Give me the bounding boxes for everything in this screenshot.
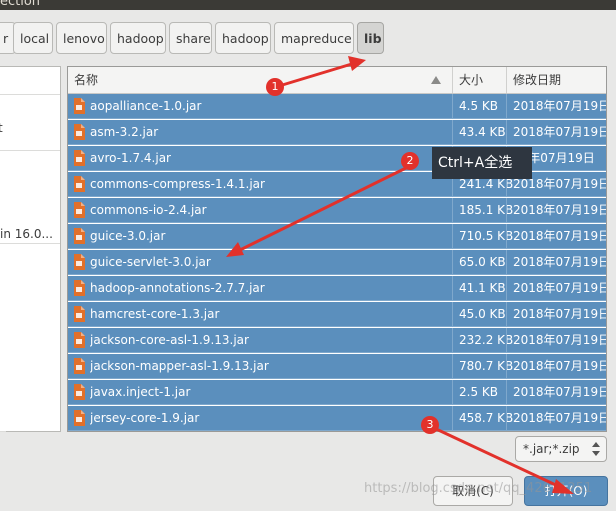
jar-file-icon (74, 254, 85, 270)
sidebar-separator (0, 243, 60, 244)
file-modified: 2018年07月19日 (506, 406, 606, 431)
annotation-badge-3: 3 (421, 416, 439, 434)
file-row[interactable]: hadoop-annotations-2.7.7.jar 41.1 KB 2018年… (68, 276, 606, 301)
file-modified: 2018年07月19日 (506, 380, 606, 405)
file-row[interactable]: jackson-mapper-asl-1.9.13.jar 780.7 KB 201… (68, 354, 606, 379)
window-title: ection (0, 0, 41, 9)
file-size: 458.7 KB (452, 406, 513, 431)
jar-file-icon (74, 358, 85, 374)
file-row[interactable]: aopalliance-1.0.jar 4.5 KB 2018年07月19日 (68, 94, 606, 119)
jar-file-icon (74, 332, 85, 348)
crumb-lib[interactable]: lib (357, 22, 384, 54)
file-name: aopalliance-1.0.jar (90, 99, 202, 113)
crumb-mapreduce[interactable]: mapreduce (274, 22, 354, 54)
file-row[interactable]: commons-io-2.4.jar 185.1 KB 2018年07月19日 (68, 198, 606, 223)
file-row[interactable]: asm-3.2.jar 43.4 KB 2018年07月19日 (68, 120, 606, 145)
title-bar: ection (0, 0, 616, 10)
file-name: jersey-core-1.9.jar (90, 411, 200, 425)
jar-file-icon (74, 228, 85, 244)
sidebar-separator (0, 150, 60, 151)
list-header: 名称 大小 修改日期 (68, 67, 606, 94)
file-row[interactable]: jackson-core-asl-1.9.13.jar 232.2 KB 2018年… (68, 328, 606, 353)
file-row[interactable]: guice-servlet-3.0.jar 65.0 KB 2018年07月19日 (68, 250, 606, 275)
crumb-hadoop-2[interactable]: hadoop (215, 22, 271, 54)
file-modified: 2018年07月19日 (506, 250, 606, 275)
file-size: 780.7 KB (452, 354, 513, 379)
file-modified: 2018年07月19日 (506, 120, 606, 145)
filter-value: *.jar;*.zip (523, 442, 580, 456)
updown-arrow-icon (592, 442, 600, 456)
cancel-button[interactable]: 取消(C) (433, 476, 513, 506)
sidebar-item-volume[interactable]: in 16.0... (0, 227, 53, 241)
file-modified: 2018年07月19日 (506, 224, 606, 249)
sidebar-separator (0, 94, 60, 95)
path-bar: r local lenovo hadoop share hadoop mapre… (0, 22, 616, 56)
file-name: asm-3.2.jar (90, 125, 159, 139)
file-size: 4.5 KB (452, 94, 513, 119)
file-row[interactable]: guice-3.0.jar 710.5 KB 2018年07月19日 (68, 224, 606, 249)
file-name: guice-3.0.jar (90, 229, 166, 243)
file-size: 710.5 KB (452, 224, 513, 249)
file-name: hadoop-annotations-2.7.7.jar (90, 281, 265, 295)
file-name: commons-compress-1.4.1.jar (90, 177, 265, 191)
file-modified: 2018年07月19日 (506, 328, 606, 353)
file-modified: 2018年07月19日 (506, 94, 606, 119)
file-size: 45.0 KB (452, 302, 513, 327)
file-name: jackson-mapper-asl-1.9.13.jar (90, 359, 269, 373)
jar-file-icon (74, 98, 85, 114)
file-size: 185.1 KB (452, 198, 513, 223)
file-size: 65.0 KB (452, 250, 513, 275)
annotation-badge-1: 1 (266, 78, 284, 96)
file-size: 43.4 KB (452, 120, 513, 145)
jar-file-icon (74, 202, 85, 218)
jar-file-icon (74, 124, 85, 140)
jar-file-icon (74, 280, 85, 296)
crumb-lenovo[interactable]: lenovo (56, 22, 107, 54)
jar-file-icon (74, 150, 85, 166)
sidebar-item-partial[interactable]: t (0, 121, 3, 135)
file-name: guice-servlet-3.0.jar (90, 255, 211, 269)
file-size: 232.2 KB (452, 328, 513, 353)
column-header-size[interactable]: 大小 (452, 67, 506, 93)
file-name: jackson-core-asl-1.9.13.jar (90, 333, 249, 347)
column-header-name[interactable]: 名称 (68, 67, 452, 93)
file-modified: 2018年07月19日 (506, 354, 606, 379)
file-name: javax.inject-1.jar (90, 385, 191, 399)
file-size: 41.1 KB (452, 276, 513, 301)
file-name: hamcrest-core-1.3.jar (90, 307, 220, 321)
crumb-local[interactable]: local (13, 22, 53, 54)
jar-file-icon (74, 410, 85, 426)
places-sidebar: t in 16.0... (0, 66, 61, 432)
jar-file-icon (74, 176, 85, 192)
file-modified: 2018年07月19日 (506, 276, 606, 301)
column-name-label: 名称 (74, 73, 99, 87)
crumb-hadoop[interactable]: hadoop (110, 22, 166, 54)
sidebar-separator (0, 431, 6, 432)
jar-file-icon (74, 306, 85, 322)
file-size: 2.5 KB (452, 380, 513, 405)
file-name: commons-io-2.4.jar (90, 203, 207, 217)
file-type-filter[interactable]: *.jar;*.zip (515, 436, 607, 462)
file-modified: 2018年07月19日 (506, 198, 606, 223)
column-header-modified[interactable]: 修改日期 (506, 67, 606, 93)
sort-ascending-icon (431, 76, 441, 84)
file-row[interactable]: hamcrest-core-1.3.jar 45.0 KB 2018年07月19日 (68, 302, 606, 327)
file-modified: 2018年07月19日 (506, 302, 606, 327)
crumb-share[interactable]: share (169, 22, 212, 54)
jar-file-icon (74, 384, 85, 400)
file-row[interactable]: javax.inject-1.jar 2.5 KB 2018年07月19日 (68, 380, 606, 405)
shortcut-tooltip: Ctrl+A全选 (432, 147, 532, 179)
open-button[interactable]: 打开(O) (524, 476, 608, 506)
file-row[interactable]: jersey-core-1.9.jar 458.7 KB 2018年07月19日 (68, 406, 606, 431)
file-list[interactable]: 名称 大小 修改日期 aopalliance-1.0.jar 4.5 KB 2018… (67, 66, 607, 432)
annotation-badge-2: 2 (401, 152, 419, 170)
file-name: avro-1.7.4.jar (90, 151, 171, 165)
